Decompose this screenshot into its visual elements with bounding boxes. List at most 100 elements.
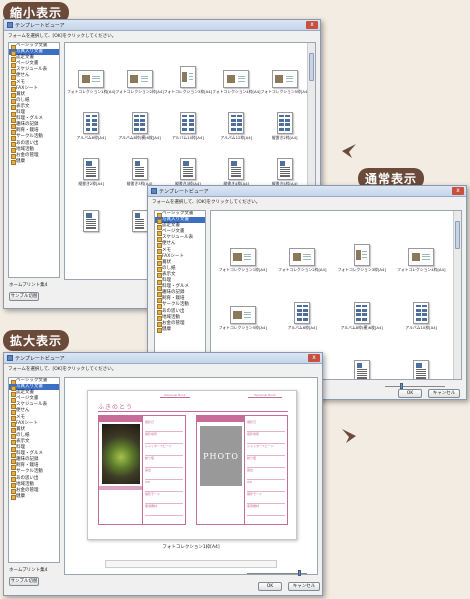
field-label: 撮影場所 [145, 432, 183, 444]
field-label: 使用機材 [145, 504, 183, 516]
zoom-slider-knob[interactable] [298, 570, 301, 576]
photo-image [102, 424, 140, 484]
template-preview-page[interactable]: ふきのとう Personal Book Personal Book 撮影日 撮影場… [87, 390, 297, 540]
category-tree[interactable]: ベーシック文書 写真入り文書 認定文書 ページ文書 スケジュール表 便せん メモ FAXシート… [8, 42, 60, 278]
scroll-thumb[interactable] [455, 221, 460, 249]
field-label: 撮影場所 [247, 432, 285, 444]
field-label: シャッタースピード [145, 444, 183, 456]
photo-placeholder: PHOTO [200, 426, 242, 486]
template-thumbnail[interactable]: フォトコレクション3枠[A4] [332, 215, 392, 273]
template-thumbnail-image [271, 70, 298, 88]
title-bar: テンプレートビューア x [4, 20, 320, 31]
template-thumbnail[interactable]: フォトコレクション4枠[A4] [392, 215, 452, 273]
template-thumbnail[interactable]: アルバム8枠(横)6枚[A4] [332, 273, 392, 331]
scroll-thumb[interactable] [309, 53, 314, 81]
template-thumbnail-image [179, 112, 196, 134]
photo-card-right: PHOTO 撮影日 撮影場所 シャッタースピード 絞り値 露出 ISO 撮影モード 使用機材 [196, 415, 288, 525]
close-button[interactable]: x [306, 21, 318, 29]
template-thumbnail-image [179, 66, 196, 88]
cancel-button[interactable]: キャンセル [288, 582, 320, 591]
template-thumbnail-image [223, 70, 250, 88]
template-thumbnail-image [294, 302, 311, 324]
template-thumbnail[interactable]: 縦書き2枠[A4] [67, 141, 115, 187]
template-thumbnail[interactable]: フォトコレクション4枠[A4] [212, 49, 261, 95]
template-thumbnail[interactable]: 縦書き3枠[A4] [392, 331, 452, 379]
enlarged-view-label: 拡大表示 [3, 330, 70, 351]
ok-button[interactable]: OK [258, 582, 282, 591]
app-icon [7, 22, 13, 28]
template-thumbnail[interactable]: 縦書き2枠[A4] [332, 331, 392, 379]
window-title: テンプレートビューア [159, 188, 209, 195]
template-thumbnail[interactable]: 縦書き3枠[A4] [164, 141, 212, 187]
sample-toggle-button[interactable]: サンプル切替 [9, 292, 39, 301]
photo-card-left: 撮影日 撮影場所 シャッタースピード 絞り値 露出 ISO 撮影モード 使用機材 [98, 415, 186, 525]
template-thumbnail-image [289, 248, 316, 266]
template-thumbnail-image [78, 70, 105, 88]
field-label: ISO [145, 480, 183, 492]
window-title: テンプレートビューア [15, 355, 65, 362]
field-label: 絞り値 [145, 456, 183, 468]
template-thumbnail[interactable]: アルバム12枠[A4] [212, 95, 260, 141]
template-set-name: ホームプリント集4 [9, 568, 48, 573]
field-label: 撮影日 [247, 420, 285, 432]
arrow-to-normal-icon [342, 144, 356, 158]
template-thumbnail-image [131, 158, 148, 180]
template-thumbnail[interactable]: アルバム6枠[A4] [67, 95, 115, 141]
sample-toggle-button[interactable]: サンプル切替 [9, 577, 39, 586]
template-thumbnail[interactable]: フォトコレクション3枠[A4] [164, 49, 212, 95]
template-thumbnail-image [83, 158, 100, 180]
template-thumbnail[interactable]: フォトコレクション1枠[A4] [213, 215, 273, 273]
title-bar: テンプレートビューア x [4, 353, 322, 364]
template-thumbnail-image [228, 158, 245, 180]
template-thumbnail-image [229, 306, 256, 324]
template-thumbnail-image [413, 302, 430, 324]
close-button[interactable]: x [308, 354, 320, 362]
close-button[interactable]: x [452, 187, 464, 195]
template-thumbnail-image [229, 248, 256, 266]
template-thumbnail[interactable]: 縦書き3枠[A4] [115, 141, 163, 187]
field-label: 露出 [247, 468, 285, 480]
category-item[interactable]: 健康 [9, 494, 59, 501]
instruction-text: フォームを選択して、[OK]をクリックしてください。 [8, 34, 117, 39]
template-thumbnail[interactable]: 縦書き5枠[A4] [261, 141, 309, 187]
template-thumbnail-image [276, 112, 293, 134]
template-thumbnail-image [131, 210, 148, 232]
title-bar: テンプレートビューア x [148, 186, 466, 197]
template-thumbnail-image [131, 112, 148, 134]
template-thumbnail-image [408, 248, 435, 266]
vertical-scrollbar[interactable] [453, 211, 461, 379]
preview-hscroll[interactable] [105, 560, 277, 568]
template-thumbnail[interactable]: フォトコレクション1枠[A4] [67, 49, 115, 95]
field-label: ISO [247, 480, 285, 492]
field-label: 絞り値 [247, 456, 285, 468]
template-thumbnail-image [353, 244, 370, 266]
template-thumbnail-image [353, 302, 370, 324]
arrow-to-enlarged-icon [342, 429, 356, 443]
template-thumbnail[interactable] [67, 187, 115, 233]
field-label: 撮影日 [145, 420, 183, 432]
preview-area[interactable]: ふきのとう Personal Book Personal Book 撮影日 撮影場… [64, 377, 318, 575]
template-thumbnail-image [276, 158, 293, 180]
zoom-slider[interactable] [242, 570, 312, 576]
template-thumbnail-image [179, 158, 196, 180]
template-set-name: ホームプリント集4 [9, 283, 48, 288]
template-thumbnail[interactable]: フォトコレクション5枠[A4] [261, 49, 309, 95]
template-thumbnail-image [228, 112, 245, 134]
category-item[interactable]: 健康 [155, 327, 205, 334]
template-thumbnail[interactable]: 縦書き4枠[A4] [212, 141, 260, 187]
cancel-button[interactable]: キャンセル [428, 389, 460, 398]
template-thumbnail[interactable]: アルバム6枠[A4] [273, 273, 333, 331]
template-thumbnail[interactable]: フォトコレクション2枠[A4] [115, 49, 164, 95]
preview-caption: フォトコレクション1枠[A4] [162, 545, 220, 550]
category-item[interactable]: 健康 [9, 159, 59, 166]
ok-button[interactable]: OK [398, 389, 422, 398]
template-thumbnail[interactable]: アルバム8枠(横)6枚[A4] [115, 95, 163, 141]
template-thumbnail[interactable]: アルバム10枠[A4] [392, 273, 452, 331]
category-tree[interactable]: ベーシック文書 写真入り文書 認定文書 ページ文書 スケジュール表 便せん メモ FAXシート… [8, 377, 60, 563]
template-thumbnail[interactable]: フォトコレクション2枠[A4] [273, 215, 333, 273]
template-thumbnail[interactable]: アルバム10枠[A4] [164, 95, 212, 141]
template-thumbnail[interactable]: フォトコレクション5枠[A4] [213, 273, 273, 331]
app-icon [7, 355, 13, 361]
template-thumbnail[interactable]: 縦書き2枠[A4] [261, 95, 309, 141]
field-label: 使用機材 [247, 504, 285, 516]
